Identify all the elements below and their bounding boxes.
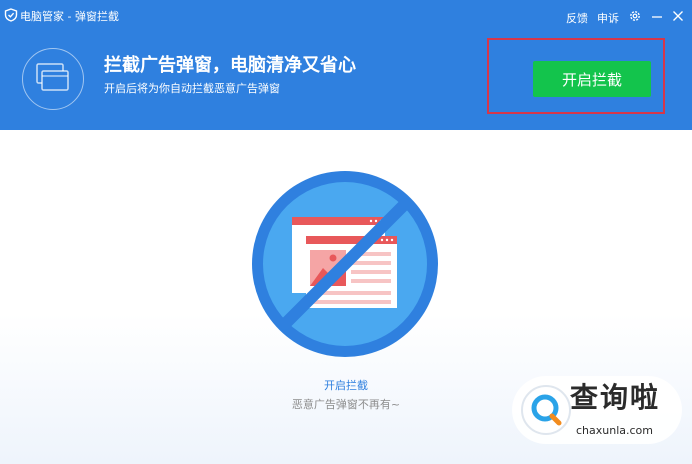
window-title: 电脑管家 - 弹窗拦截 xyxy=(20,10,119,23)
shield-icon xyxy=(4,8,18,22)
title-bar: 电脑管家 - 弹窗拦截 反馈 申诉 xyxy=(0,0,692,30)
stacked-windows-icon xyxy=(22,48,84,110)
enable-blocking-button[interactable]: 开启拦截 xyxy=(533,61,651,97)
watermark-url: chaxunla.com xyxy=(576,424,653,437)
hero-title: 拦截广告弹窗，电脑清净又省心 xyxy=(104,55,356,76)
close-icon[interactable] xyxy=(671,9,685,23)
hero-subtitle: 开启后将为你自动拦截恶意广告弹窗 xyxy=(104,82,280,95)
app-window: 电脑管家 - 弹窗拦截 反馈 申诉 拦截广告弹窗，电脑清净又省心 开启后将为你自… xyxy=(0,0,692,464)
minimize-icon[interactable] xyxy=(650,9,664,23)
watermark-text: 查询啦 xyxy=(570,381,661,414)
complaint-link[interactable]: 申诉 xyxy=(597,10,619,26)
feedback-link[interactable]: 反馈 xyxy=(566,10,588,26)
header: 电脑管家 - 弹窗拦截 反馈 申诉 拦截广告弹窗，电脑清净又省心 开启后将为你自… xyxy=(0,0,692,130)
gear-icon[interactable] xyxy=(628,9,642,23)
blocked-popup-icon xyxy=(252,171,438,357)
